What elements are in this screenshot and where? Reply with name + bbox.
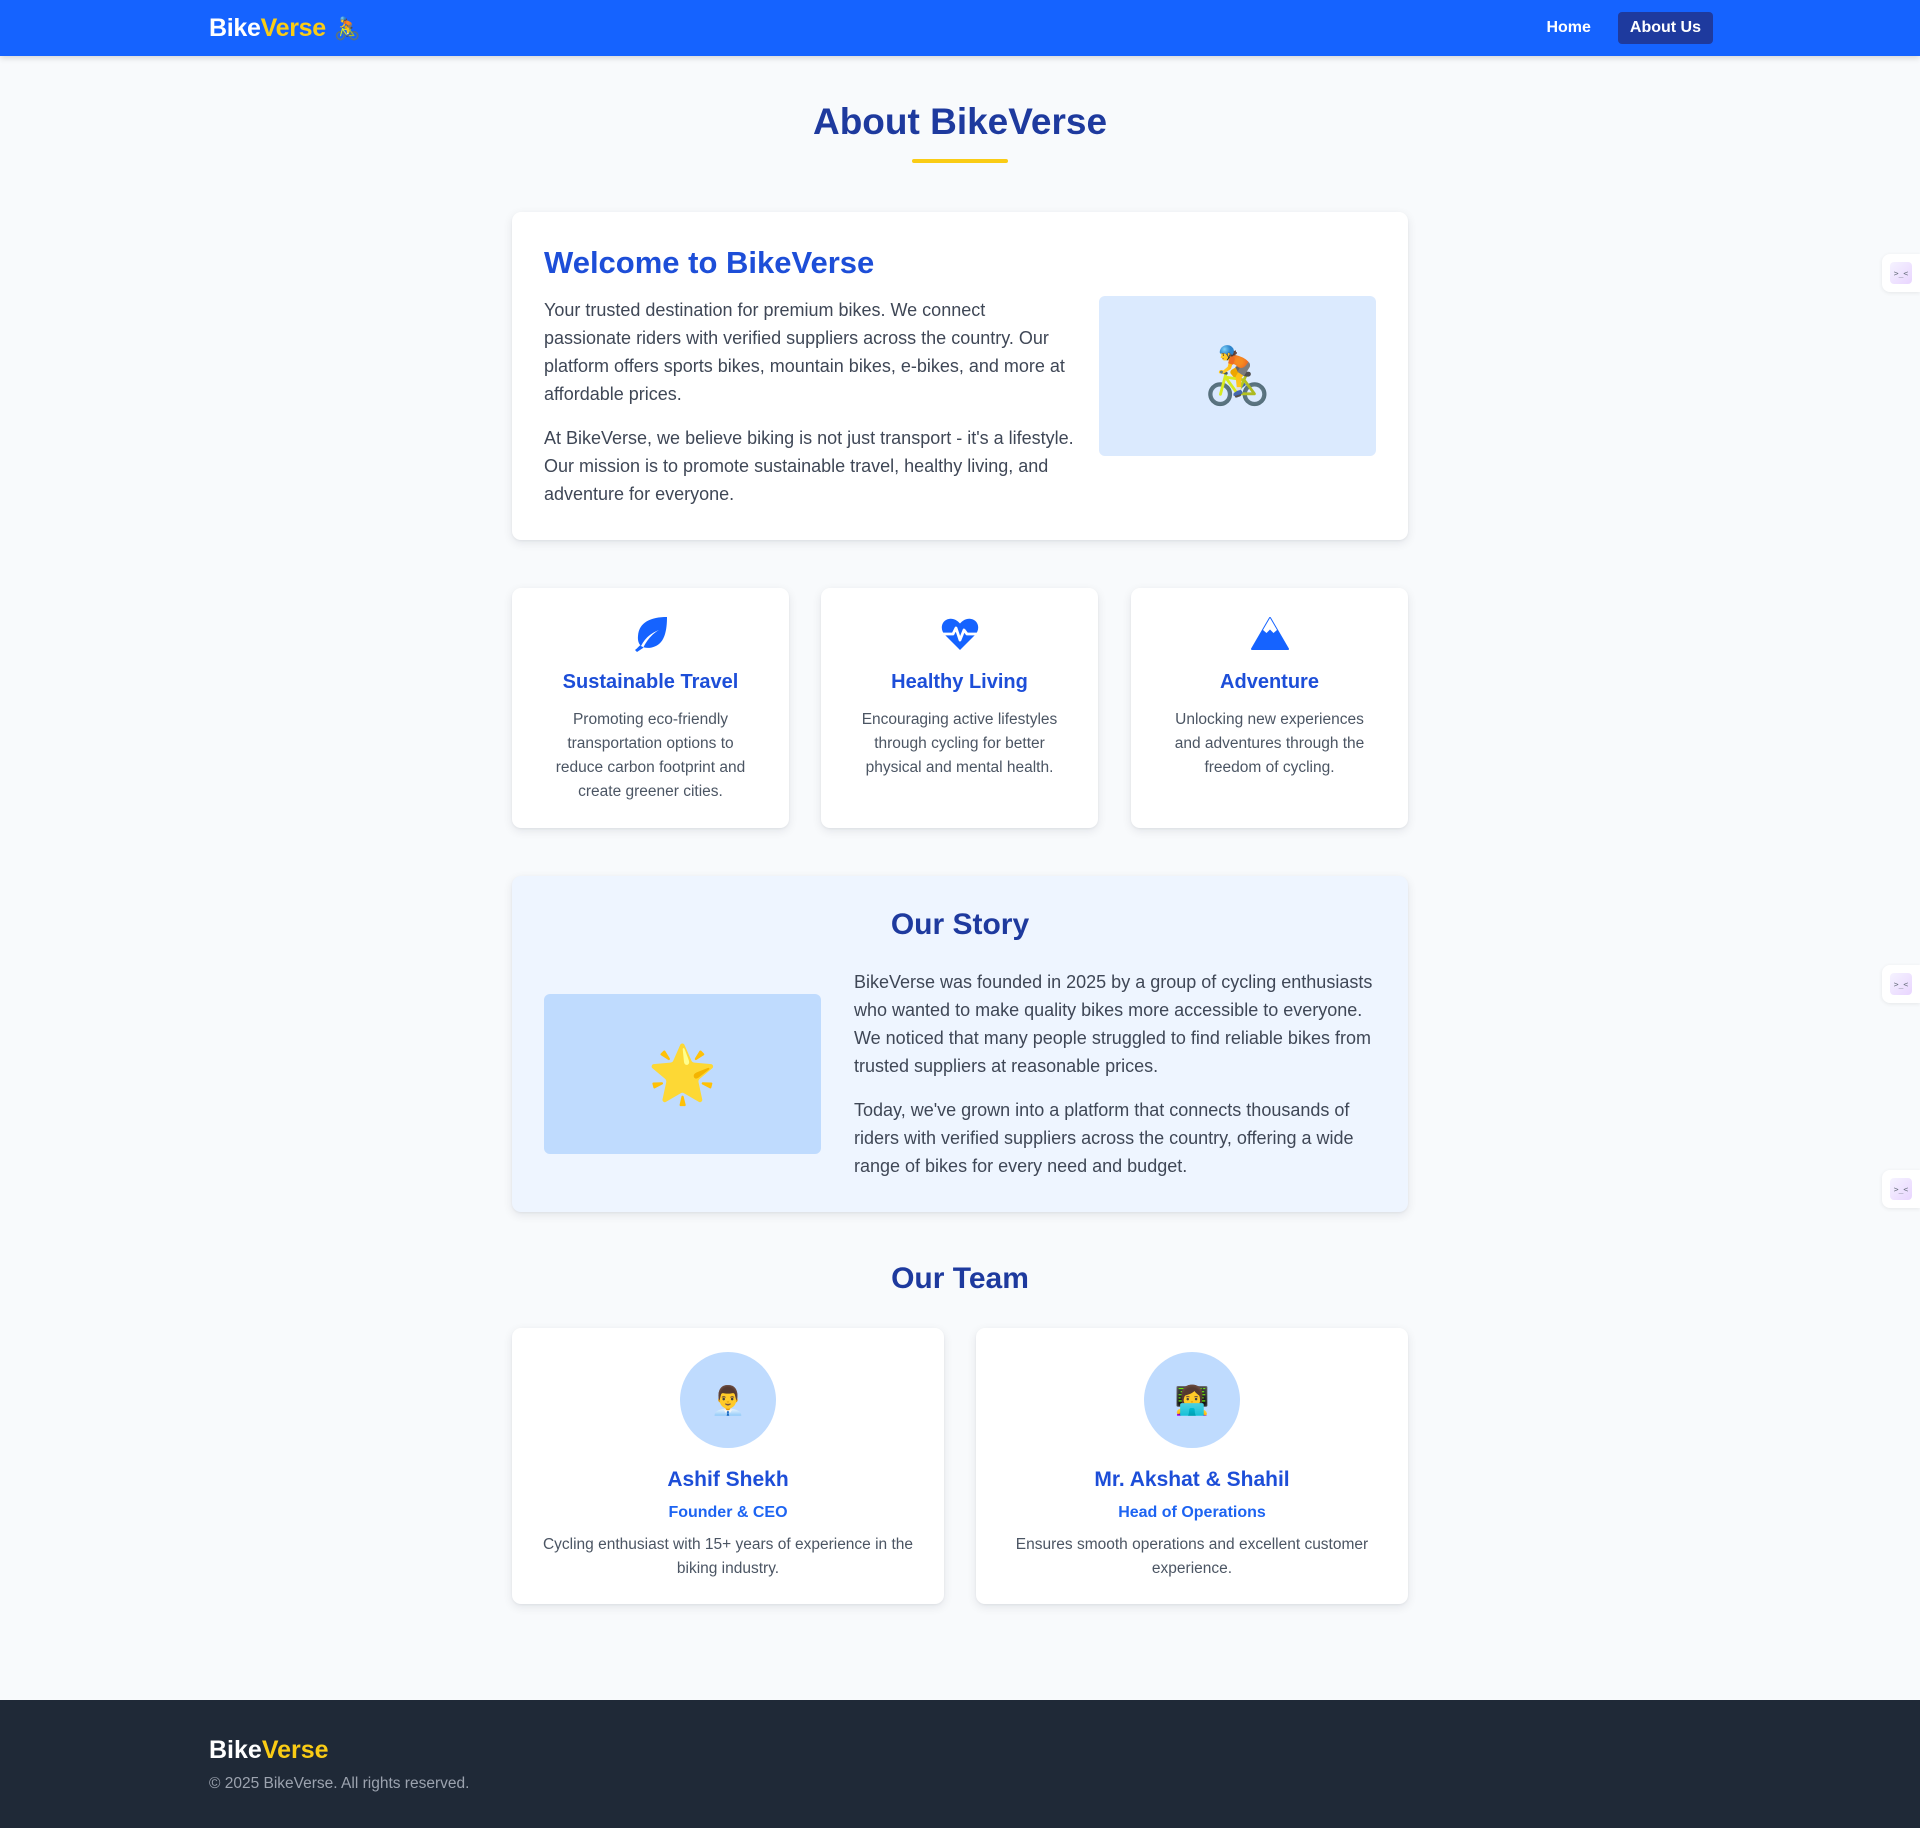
nav-link-home[interactable]: Home	[1534, 12, 1602, 44]
footer-brand-part2: Verse	[261, 1736, 329, 1764]
member-name: Ashif Shekh	[667, 1468, 789, 1491]
leaf-icon	[512, 614, 789, 654]
value-card-adventure: Adventure Unlocking new experiences and …	[1131, 588, 1408, 828]
title-underline	[912, 159, 1008, 163]
value-description: Promoting eco-friendly transportation op…	[555, 711, 746, 800]
page-title: About BikeVerse	[812, 101, 1108, 142]
side-widget-tab[interactable]: >_<	[1882, 1170, 1920, 1208]
member-description: Ensures smooth operations and excellent …	[1015, 1536, 1369, 1577]
value-card-healthy-living: Healthy Living Encouraging active lifest…	[821, 588, 1098, 828]
brand-part1: Bike	[209, 14, 261, 42]
member-name: Mr. Akshat & Shahil	[1094, 1468, 1290, 1491]
story-title: Our Story	[890, 908, 1030, 941]
welcome-paragraph-1: Your trusted destination for premium bik…	[544, 300, 1065, 404]
welcome-paragraph-2: At BikeVerse, we believe biking is not j…	[544, 428, 1074, 504]
brand-logo[interactable]: Bike Verse 🚴	[209, 14, 361, 43]
avatar: 👩‍💻	[1144, 1352, 1240, 1448]
glowing-star-icon: 🌟	[647, 1042, 718, 1105]
member-description: Cycling enthusiast with 15+ years of exp…	[542, 1536, 914, 1577]
value-title: Sustainable Travel	[562, 671, 739, 693]
story-paragraph-1: BikeVerse was founded in 2025 by a group…	[854, 972, 1373, 1076]
value-title: Healthy Living	[891, 671, 1028, 693]
nav-link-about-us[interactable]: About Us	[1617, 12, 1713, 44]
copyright-text: © 2025 BikeVerse. All rights reserved.	[209, 1775, 470, 1792]
welcome-card: Welcome to BikeVerse Your trusted destin…	[512, 212, 1408, 540]
mountain-icon	[1131, 614, 1408, 654]
technologist-icon: 👩‍💻	[1174, 1384, 1210, 1416]
welcome-title: Welcome to BikeVerse	[544, 245, 875, 280]
widget-icon: >_<	[1890, 1178, 1912, 1200]
nav-links: Home About Us	[1519, 12, 1713, 44]
welcome-image: 🚴	[1099, 296, 1376, 456]
team-title: Our Team	[891, 1262, 1029, 1295]
avatar: 👨‍💼	[680, 1352, 776, 1448]
widget-icon: >_<	[1890, 262, 1912, 284]
story-card: Our Story 🌟 BikeVerse was founded in 202…	[512, 876, 1408, 1212]
side-widget-tab[interactable]: >_<	[1882, 965, 1920, 1003]
footer: BikeVerse © 2025 BikeVerse. All rights r…	[0, 1700, 1920, 1828]
story-image: 🌟	[544, 994, 821, 1154]
widget-icon: >_<	[1890, 973, 1912, 995]
member-role: Head of Operations	[1118, 1504, 1266, 1521]
team-member-card: 👨‍💼 Ashif Shekh Founder & CEO Cycling en…	[512, 1328, 944, 1604]
welcome-text: Your trusted destination for premium bik…	[544, 296, 1074, 524]
footer-brand: BikeVerse	[209, 1736, 329, 1765]
story-paragraph-2: Today, we've grown into a platform that …	[854, 1100, 1354, 1176]
value-title: Adventure	[1220, 671, 1319, 693]
value-description: Encouraging active lifestyles through cy…	[861, 711, 1058, 776]
bicycle-rider-icon: 🚴	[333, 15, 361, 41]
cyclist-icon: 🚴	[1202, 344, 1273, 407]
navbar: Bike Verse 🚴 Home About Us	[0, 0, 1920, 56]
member-role: Founder & CEO	[668, 1504, 788, 1521]
side-widget-tab[interactable]: >_<	[1882, 254, 1920, 292]
brand-part2: Verse	[260, 14, 327, 42]
story-text: BikeVerse was founded in 2025 by a group…	[854, 968, 1379, 1196]
value-description: Unlocking new experiences and adventures…	[1174, 711, 1365, 776]
value-card-sustainable-travel: Sustainable Travel Promoting eco-friendl…	[512, 588, 789, 828]
businessman-icon: 👨‍💼	[710, 1384, 746, 1416]
heartbeat-icon	[821, 614, 1098, 654]
footer-brand-part1: Bike	[209, 1736, 262, 1764]
team-member-card: 👩‍💻 Mr. Akshat & Shahil Head of Operatio…	[976, 1328, 1408, 1604]
